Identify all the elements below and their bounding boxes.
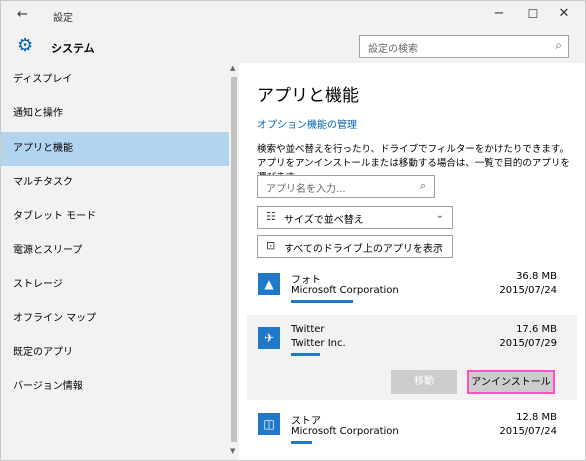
title-bar: ← 設定 − ☐ ✕	[1, 1, 585, 31]
main-scrollbar[interactable]	[577, 63, 585, 460]
app-size: 36.8 MB	[516, 271, 557, 282]
sidebar-item-tablet-mode[interactable]: タブレット モード	[1, 200, 229, 234]
app-size-bar	[291, 353, 320, 356]
search-placeholder: 設定の検索	[368, 44, 418, 55]
window-title: 設定	[53, 13, 73, 24]
search-icon[interactable]: ⌕	[420, 179, 426, 193]
close-icon[interactable]: ✕	[554, 6, 574, 21]
scroll-down-icon[interactable]: ▼	[230, 447, 235, 455]
app-size: 12.8 MB	[516, 412, 557, 423]
uninstall-button[interactable]: アンインストール	[467, 370, 555, 394]
app-date: 2015/07/24	[499, 285, 557, 296]
sidebar-item-display[interactable]: ディスプレイ	[1, 63, 229, 97]
app-date: 2015/07/29	[499, 338, 557, 349]
sidebar-item-power-sleep[interactable]: 電源とスリープ	[1, 234, 229, 268]
app-publisher: Microsoft Corporation	[291, 426, 399, 437]
minimize-icon[interactable]: −	[489, 6, 509, 21]
search-icon[interactable]: ⌕	[555, 38, 562, 53]
chevron-down-icon: ⌄	[435, 239, 444, 250]
sidebar-item-default-apps[interactable]: 既定のアプリ	[1, 336, 229, 370]
sidebar-item-apps-features[interactable]: アプリと機能	[1, 132, 229, 166]
scroll-up-icon[interactable]: ▲	[230, 64, 235, 72]
scrollbar[interactable]: ▲ ▼	[229, 63, 239, 460]
app-size-bar	[291, 300, 353, 303]
filter-placeholder: アプリ名を入力...	[266, 184, 346, 195]
settings-window: ← 設定 − ☐ ✕ ⚙ システム 設定の検索 ⌕ ディスプレイ 通知と操作 ア…	[0, 0, 586, 461]
sidebar-item-about[interactable]: バージョン情報	[1, 370, 229, 404]
sidebar: ディスプレイ 通知と操作 アプリと機能 マルチタスク タブレット モード 電源と…	[1, 63, 229, 460]
app-name: ストア	[291, 416, 321, 427]
sidebar-item-storage[interactable]: ストレージ	[1, 268, 229, 302]
header: ⚙ システム 設定の検索 ⌕	[1, 31, 585, 63]
page-title: アプリと機能	[257, 86, 359, 106]
chevron-down-icon: ⌄	[435, 210, 444, 221]
app-size-bar	[291, 441, 312, 444]
drive-icon: ⊡	[266, 239, 276, 252]
gear-icon: ⚙	[17, 35, 34, 56]
drive-label: すべてのドライブ上のアプリを表示	[284, 244, 443, 255]
app-date: 2015/07/24	[499, 426, 557, 437]
sort-label: サイズで並べ替え	[284, 215, 364, 226]
scroll-thumb[interactable]	[231, 77, 237, 442]
maximize-icon[interactable]: ☐	[523, 7, 543, 21]
app-list-item-photos[interactable]: ▲ フォト Microsoft Corporation 36.8 MB 2015…	[247, 263, 577, 311]
sort-dropdown[interactable]: ☷ サイズで並べ替え ⌄	[257, 206, 453, 229]
back-arrow-icon[interactable]: ←	[17, 7, 28, 22]
app-list-item-store[interactable]: ◫ ストア Microsoft Corporation 12.8 MB 2015…	[247, 405, 577, 453]
app-name: Twitter	[291, 324, 325, 335]
photos-app-icon: ▲	[258, 273, 280, 295]
twitter-app-icon: ✈	[258, 327, 280, 349]
app-size: 17.6 MB	[516, 324, 557, 335]
move-button[interactable]: 移動	[391, 370, 457, 394]
optional-features-link[interactable]: オプション機能の管理	[257, 116, 357, 131]
store-app-icon: ◫	[258, 413, 280, 435]
sidebar-item-multitasking[interactable]: マルチタスク	[1, 166, 229, 200]
main-content: アプリと機能 オプション機能の管理 検索や並べ替えを行ったり、ドライブでフィルタ…	[239, 63, 585, 460]
page-category-title: システム	[51, 42, 95, 55]
app-publisher: Twitter Inc.	[291, 338, 346, 349]
sidebar-item-offline-maps[interactable]: オフライン マップ	[1, 302, 229, 336]
settings-search-input[interactable]: 設定の検索 ⌕	[359, 35, 569, 58]
sort-icon: ☷	[266, 210, 276, 223]
sidebar-item-notifications[interactable]: 通知と操作	[1, 97, 229, 131]
app-publisher: Microsoft Corporation	[291, 285, 399, 296]
drive-filter-dropdown[interactable]: ⊡ すべてのドライブ上のアプリを表示 ⌄	[257, 235, 453, 258]
app-name: フォト	[291, 275, 321, 286]
app-name-search-input[interactable]: アプリ名を入力... ⌕	[257, 175, 435, 198]
